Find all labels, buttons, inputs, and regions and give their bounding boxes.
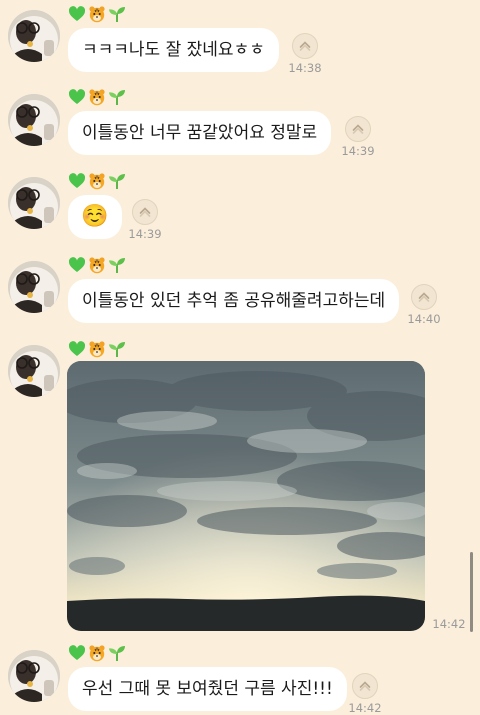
reaction-icon [416,289,432,305]
sender-avatar[interactable] [8,94,60,146]
sender-name-badges [68,171,126,191]
seedling-icon [108,172,126,190]
reaction-icon [137,204,153,220]
sender-avatar[interactable] [8,650,60,702]
message-time: 14:42 [432,617,466,631]
message-time: 14:40 [407,312,441,326]
green-heart-icon [68,256,86,274]
reaction-icon [297,38,313,54]
tiger-icon [88,172,106,190]
sender-name-badges [68,643,126,663]
tiger-icon [88,644,106,662]
reaction-button[interactable] [411,284,437,310]
reaction-button[interactable] [352,673,378,699]
reaction-button[interactable] [132,199,158,225]
cloud-photo[interactable] [67,361,425,631]
tiger-icon [88,5,106,23]
scrollbar[interactable] [470,552,473,632]
seedling-icon [108,5,126,23]
message-time: 14:39 [128,227,162,241]
sender-name-badges [68,87,126,107]
message-time: 14:38 [288,61,322,75]
sender-avatar[interactable] [8,261,60,313]
green-heart-icon [68,88,86,106]
green-heart-icon [68,340,86,358]
tiger-icon [88,256,106,274]
green-heart-icon [68,5,86,23]
message-bubble[interactable]: 이틀동안 너무 꿈같았어요 정말로 [68,111,332,155]
message-time: 14:42 [348,701,382,715]
message-bubble[interactable]: ㅋㅋㅋ나도 잘 잤네요ㅎㅎ [68,28,279,72]
message-bubble[interactable]: 우선 그때 못 보여줬던 구름 사진!!! [68,667,347,711]
emoji-bubble[interactable]: ☺️ [68,195,122,239]
seedling-icon [108,256,126,274]
green-heart-icon [68,172,86,190]
seedling-icon [108,644,126,662]
reaction-button[interactable] [292,33,318,59]
sender-name-badges [68,4,126,24]
tiger-icon [88,88,106,106]
seedling-icon [108,88,126,106]
chat-area: ㅋㅋㅋ나도 잘 잤네요ㅎㅎ 14:38 이틀동안 너무 꿈같았어요 정말로 14… [0,0,480,715]
sender-avatar[interactable] [8,10,60,62]
sender-name-badges [68,339,126,359]
sender-avatar[interactable] [8,345,60,397]
message-bubble[interactable]: 이틀동안 있던 추억 좀 공유해줄려고하는데 [68,279,400,323]
sender-avatar[interactable] [8,177,60,229]
reaction-icon [357,678,373,694]
reaction-button[interactable] [345,116,371,142]
message-time: 14:39 [341,144,375,158]
green-heart-icon [68,644,86,662]
cloud-photo-image [67,361,425,631]
seedling-icon [108,340,126,358]
sender-name-badges [68,255,126,275]
tiger-icon [88,340,106,358]
reaction-icon [350,121,366,137]
